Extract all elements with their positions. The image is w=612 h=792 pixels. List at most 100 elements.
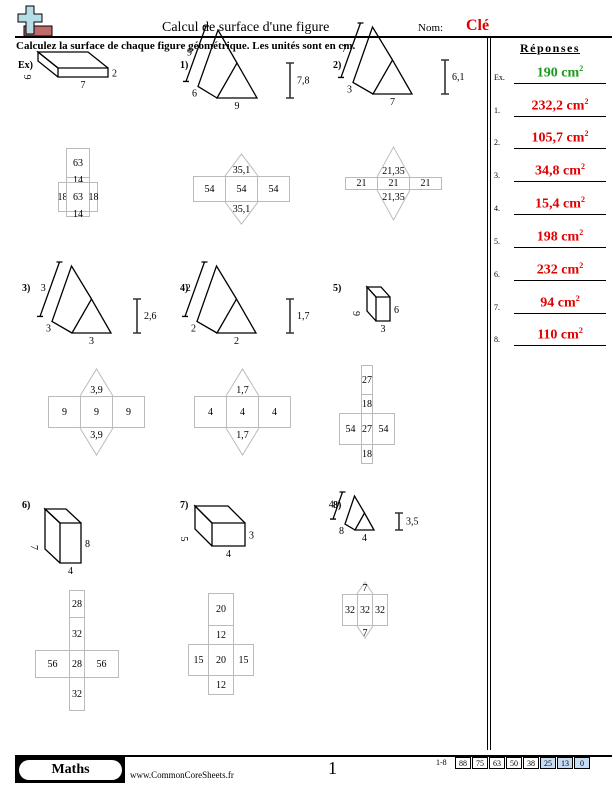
net-triangles: 3,9 3,9 — [79, 368, 114, 456]
rectangular-prism-figure: 63 9 — [350, 285, 399, 335]
answer-row: 5. 198 cm2 — [494, 226, 606, 248]
net-face-top: 20 — [208, 593, 234, 626]
answer-line — [514, 214, 606, 215]
dimension-height: 3 — [249, 531, 254, 542]
answer-unit: cm — [554, 296, 576, 311]
answer-unit: cm — [557, 328, 579, 343]
logo-icon — [15, 4, 55, 38]
height-marker — [133, 298, 141, 334]
score-cell: 88 — [455, 757, 471, 769]
prism-top-face — [365, 286, 391, 298]
answer-line — [514, 280, 606, 281]
answer-number: 8. — [494, 335, 500, 344]
net-face-strip-bottom: 18 — [361, 444, 373, 464]
worksheet-title: Calcul de surface d'une figure — [162, 20, 330, 35]
triangular-prism-figure: 4 8 4 3,5 — [329, 491, 419, 544]
instructions: Calculez la surface de chaque figure géo… — [16, 40, 356, 52]
net-face-left: 54 — [339, 413, 362, 445]
dimension-width: 7 — [81, 80, 86, 91]
dimension-depth: 9 — [21, 75, 32, 80]
answer-example: Ex. 190 cm2 — [494, 62, 606, 84]
prism-front-face — [57, 67, 109, 78]
answer-unit: cm — [557, 66, 580, 81]
dimension-length: 3 — [41, 283, 46, 294]
prism-back-face — [196, 264, 238, 334]
net-face-strip-top: 18 — [361, 394, 373, 414]
prism-front-triangle — [215, 297, 258, 334]
dimension-length: 4 — [329, 500, 334, 511]
net-triangles: 21,35 21,35 — [376, 145, 411, 222]
answer-value: 34,8 cm2 — [514, 162, 606, 180]
net-face-right: 32 — [372, 594, 388, 626]
answer-unit: cm — [559, 164, 581, 179]
answer-unit: cm — [563, 131, 585, 146]
triangular-prism-figure: 7 3 7 6,1 — [338, 22, 465, 108]
net-face-right: 54 — [372, 413, 395, 445]
dimension-length: 2 — [186, 283, 191, 294]
score-cell: 0 — [574, 757, 590, 769]
answer-value: 190 cm2 — [514, 64, 606, 82]
prism-front-triangle — [371, 58, 414, 95]
answer-number: 4. — [494, 204, 500, 213]
answer-number: 7. — [494, 303, 500, 312]
dimension-base: 2 — [234, 336, 239, 347]
net-face-strip-bottom: 32 — [69, 677, 85, 711]
answer-number-value: 232 — [536, 263, 558, 278]
header-divider — [15, 36, 612, 38]
net-triangle-top-label: 35,1 — [233, 165, 251, 176]
score-cell: 75 — [472, 757, 488, 769]
answer-value: 110 cm2 — [514, 326, 606, 344]
answer-row: 8. 110 cm2 — [494, 324, 606, 346]
net-triangle-bottom-label: 35,1 — [233, 204, 251, 215]
dimension-height: 1,7 — [297, 311, 310, 322]
dimension-base: 3 — [89, 336, 94, 347]
net-triangle-bottom-label: 21,35 — [382, 192, 405, 203]
rectangular-prism-figure: 8 4 7 — [28, 507, 90, 577]
prism-front-face — [211, 522, 246, 547]
net-triangle-top-label: 3,9 — [90, 385, 103, 396]
prism-front-triangle — [353, 511, 376, 531]
answer-number-value: 110 — [537, 328, 558, 343]
dimension-height: 7,8 — [297, 76, 310, 87]
net-face-center: 28 — [69, 650, 85, 678]
prism-back-face — [51, 264, 93, 334]
dimension-width: 4 — [68, 566, 73, 577]
net-face-top: 28 — [69, 590, 85, 618]
rectangular-prism-figure: 3 4 5 — [178, 504, 254, 560]
rectangular-prism-figure: 2 7 9 — [21, 50, 117, 91]
dimension-width: 4 — [226, 549, 231, 560]
dimension-length: 7 — [342, 44, 347, 55]
answer-number: 3. — [494, 171, 500, 180]
net-face-center: 63 — [66, 182, 90, 212]
answer-line — [514, 247, 606, 248]
net-face-strip-top: 32 — [69, 617, 85, 651]
net-face-left: 21 — [345, 177, 378, 190]
net-triangle-top-label: 7 — [363, 583, 368, 594]
answer-unit: cm — [557, 230, 580, 245]
dimension-depth: 7 — [28, 545, 39, 550]
dimension-side: 2 — [191, 323, 196, 334]
net-face-strip-top: 12 — [208, 625, 234, 645]
dimension-height: 8 — [85, 539, 90, 550]
prism-back-face — [344, 494, 366, 531]
answer-number: 1. — [494, 106, 500, 115]
triangular-prism-figure: 3 3 3 2,6 — [37, 261, 157, 347]
dimension-depth: 9 — [350, 311, 361, 316]
dimension-height: 6,1 — [452, 72, 465, 83]
answer-number-value: 34,8 — [535, 164, 560, 179]
answer-unit: cm — [557, 263, 580, 278]
answer-value: 15,4 cm2 — [514, 195, 606, 213]
prism-side-face — [194, 504, 213, 547]
website-link[interactable]: www.CommonCoreSheets.fr — [130, 770, 234, 780]
answer-unit-exponent: 2 — [579, 64, 584, 74]
net-face-right: 21 — [409, 177, 442, 190]
prism-top-face — [193, 505, 246, 524]
dimension-side: 8 — [339, 526, 344, 537]
net-face-right: 15 — [233, 644, 254, 676]
name-value: Clé — [466, 17, 490, 34]
prism-side-face — [366, 285, 377, 322]
net-face-right: 56 — [84, 650, 119, 678]
score-cell: 50 — [506, 757, 522, 769]
net-face-strip-bottom: 12 — [208, 675, 234, 695]
prism-side-face — [37, 50, 59, 78]
